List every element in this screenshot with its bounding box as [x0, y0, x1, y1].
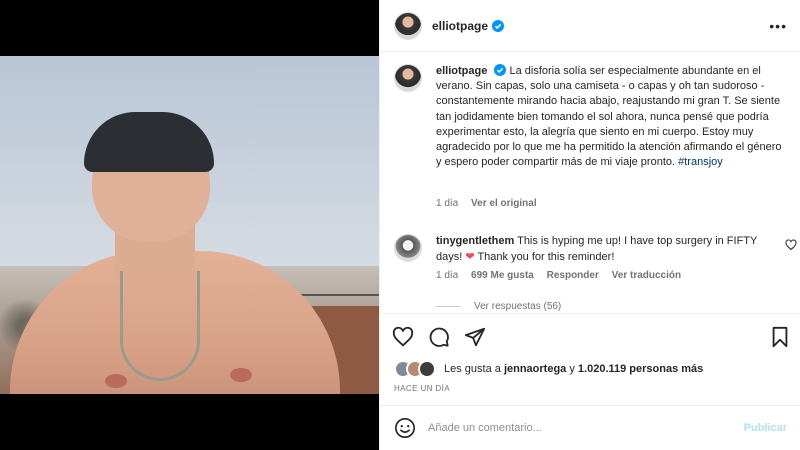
heart-icon[interactable]: [392, 326, 414, 348]
post-header: elliotpage •••: [380, 0, 800, 52]
likes-prefix: Les gusta a: [444, 363, 501, 375]
instagram-post-view: elliotpage ••• elliotpage La disforia so…: [0, 0, 800, 450]
post-time-ago[interactable]: HACE UN DÍA: [394, 384, 450, 393]
comment-time: 1 día: [436, 270, 459, 281]
comment-like-heart-icon[interactable]: [785, 239, 797, 251]
translate-button[interactable]: Ver traducción: [612, 270, 681, 281]
likes-text: Les gusta a jennaortega y 1.020.119 pers…: [444, 363, 703, 375]
caption-avatar[interactable]: [394, 64, 422, 92]
caption-time: 1 día: [436, 198, 459, 209]
post-sidebar: elliotpage ••• elliotpage La disforia so…: [379, 0, 800, 450]
see-original-button[interactable]: Ver el original: [471, 198, 537, 209]
publish-button[interactable]: Publicar: [744, 422, 787, 434]
view-replies[interactable]: Ver respuestas (56): [436, 301, 561, 312]
action-bar: [380, 313, 800, 357]
save-icon[interactable]: [769, 326, 791, 348]
comment-icon[interactable]: [428, 326, 450, 348]
commenter-avatar[interactable]: [394, 234, 422, 262]
more-icon[interactable]: •••: [769, 18, 787, 34]
likes-count[interactable]: 1.020.119 personas más: [578, 363, 703, 375]
verified-icon: [494, 64, 507, 76]
caption-text: elliotpage La disforia solía ser especia…: [436, 64, 789, 170]
replies-divider: [436, 306, 460, 307]
reply-button[interactable]: Responder: [547, 270, 599, 281]
likes-connector: y: [569, 363, 575, 375]
media-panel: [0, 0, 379, 450]
red-heart-emoji: ❤: [465, 250, 475, 263]
hashtag-link[interactable]: #transjoy: [678, 156, 723, 168]
likes-summary: Les gusta a jennaortega y 1.020.119 pers…: [394, 360, 703, 378]
comment-body-2: Thank you for this reminder!: [477, 250, 615, 263]
liker-username[interactable]: jennaortega: [504, 363, 566, 375]
comment-composer: Publicar: [380, 405, 800, 450]
emoji-icon[interactable]: [394, 417, 416, 439]
verified-icon: [492, 19, 505, 32]
author-avatar[interactable]: [394, 11, 422, 40]
comment-input[interactable]: [428, 422, 744, 434]
commenter-username[interactable]: tinygentlethem: [436, 235, 514, 247]
comments-scroll[interactable]: elliotpage La disforia solía ser especia…: [380, 52, 800, 312]
caption-meta: 1 día Ver el original: [436, 198, 547, 209]
share-icon[interactable]: [464, 326, 486, 348]
caption-body: La disforia solía ser especialmente abun…: [436, 65, 782, 169]
comment-likes[interactable]: 699 Me gusta: [471, 270, 534, 281]
post-photo[interactable]: [0, 56, 379, 394]
liker-avatar[interactable]: [418, 360, 436, 378]
view-replies-label[interactable]: Ver respuestas (56): [474, 301, 561, 312]
comment-meta: 1 día 699 Me gusta Responder Ver traducc…: [436, 270, 691, 281]
author-username[interactable]: elliotpage: [432, 19, 488, 33]
caption-username[interactable]: elliotpage: [436, 65, 487, 77]
comment: tinygentlethem This is hyping me up! I h…: [394, 234, 794, 265]
comment-text: tinygentlethem This is hyping me up! I h…: [436, 234, 766, 265]
caption: elliotpage La disforia solía ser especia…: [394, 64, 789, 170]
